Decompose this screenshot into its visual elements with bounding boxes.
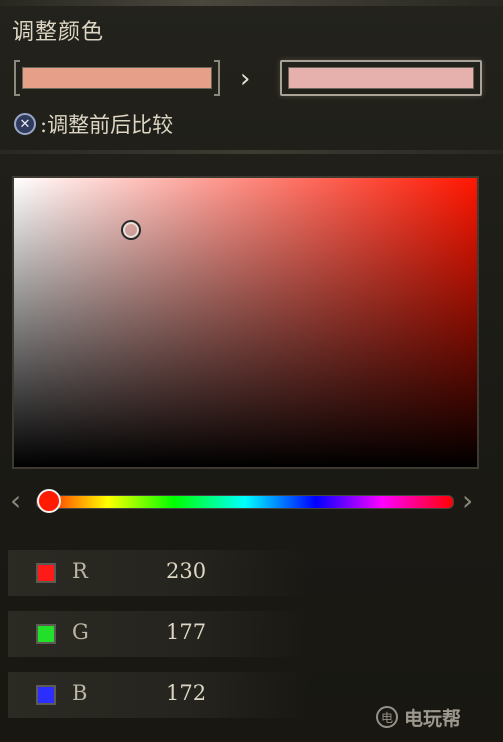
- green-swatch: [36, 624, 56, 644]
- bracket-left: [14, 60, 20, 96]
- hue-slider-row: ‹ ›: [0, 486, 503, 516]
- color-adjust-panel: 调整颜色 › ✕ :调整前后比较 ‹ › R 230 G 177 B 172 电…: [0, 0, 503, 742]
- panel-title: 调整颜色: [12, 20, 105, 45]
- channel-value[interactable]: 172: [166, 681, 206, 705]
- after-color-fill: [288, 67, 474, 89]
- channel-row-g[interactable]: G 177: [8, 611, 308, 657]
- chevron-right-icon: ›: [240, 64, 251, 94]
- channel-label: B: [72, 681, 88, 705]
- before-color-swatch: [14, 60, 220, 96]
- after-color-swatch: [280, 60, 482, 96]
- watermark: 电 电玩帮: [376, 704, 461, 730]
- channel-label: R: [72, 559, 88, 583]
- blue-swatch: [36, 685, 56, 705]
- saturation-value-picker[interactable]: [12, 176, 479, 469]
- hue-slider-knob[interactable]: [37, 489, 61, 513]
- x-button-icon[interactable]: ✕: [14, 113, 36, 135]
- channel-value[interactable]: 177: [166, 620, 206, 644]
- bracket-right: [214, 60, 220, 96]
- channel-label: G: [72, 620, 89, 644]
- top-border: [0, 0, 503, 6]
- channel-row-r[interactable]: R 230: [8, 550, 308, 596]
- watermark-text: 电玩帮: [404, 707, 462, 730]
- channel-value[interactable]: 230: [166, 559, 206, 583]
- divider: [0, 150, 503, 154]
- red-swatch: [36, 563, 56, 583]
- compare-label: :调整前后比较: [40, 113, 174, 137]
- before-color-fill: [22, 67, 212, 89]
- compare-hint[interactable]: ✕ :调整前后比较: [14, 110, 173, 138]
- watermark-logo-icon: 电: [376, 706, 398, 728]
- channel-row-b[interactable]: B 172: [8, 672, 308, 718]
- chevron-right-icon[interactable]: ›: [462, 486, 473, 516]
- hue-slider-track[interactable]: [36, 495, 454, 509]
- picker-cursor[interactable]: [120, 220, 141, 241]
- chevron-left-icon[interactable]: ‹: [10, 486, 21, 516]
